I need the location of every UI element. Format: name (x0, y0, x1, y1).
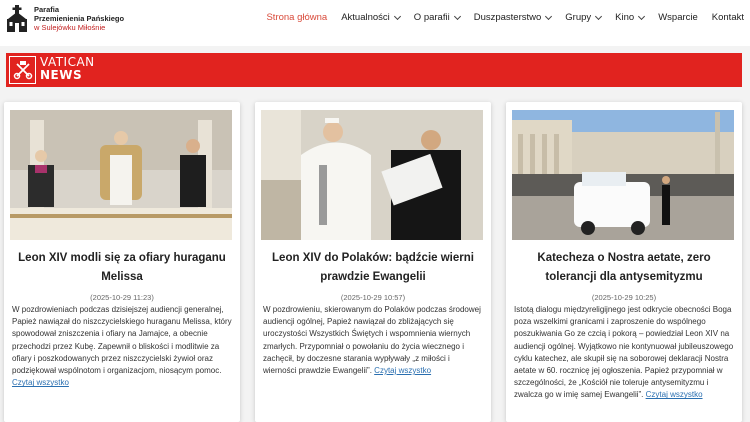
chevron-down-icon (638, 12, 646, 20)
nav-item-strona-glowna[interactable]: Strona główna (266, 12, 327, 23)
nav-item-grupy[interactable]: Grupy (565, 12, 603, 23)
news-card: Leon XIV do Polaków: bądźcie wierni praw… (255, 102, 491, 422)
nav-item-aktualnosci[interactable]: Aktualności (341, 12, 401, 23)
nav-label: Wsparcie (658, 12, 698, 23)
article-title[interactable]: Leon XIV modli się za ofiary huraganu Me… (14, 249, 230, 287)
site-header: Parafia Przemienienia Pańskiego w Sulejó… (0, 0, 750, 46)
site-name-line2: Przemienienia Pańskiego (34, 14, 125, 23)
article-excerpt-text: W pozdrowieniach podczas dzisiejszej aud… (12, 305, 232, 376)
news-card: Katecheza o Nostra aetate, zero toleranc… (506, 102, 742, 422)
nav-label: Duszpasterstwo (473, 12, 542, 23)
nav-item-duszpasterstwo[interactable]: Duszpasterstwo (473, 12, 553, 23)
vatican-news-wordmark: VATICAN NEWS (40, 56, 95, 82)
nav-label: Kino (615, 12, 635, 23)
main-nav: Strona główna Aktualności O parafii Dusz… (252, 12, 744, 23)
nav-label: Aktualności (341, 12, 390, 23)
article-excerpt: Istotą dialogu międzyreligijnego jest od… (514, 304, 736, 402)
chevron-down-icon (545, 12, 553, 20)
chevron-down-icon (393, 12, 401, 20)
chevron-down-icon (453, 12, 461, 20)
article-excerpt-text: W pozdrowieniu, skierowanym do Polaków p… (263, 305, 481, 376)
article-excerpt: W pozdrowieniu, skierowanym do Polaków p… (263, 304, 485, 377)
article-excerpt-text: Istotą dialogu międzyreligijnego jest od… (514, 305, 734, 400)
read-more-link[interactable]: Czytaj wszystko (646, 390, 703, 399)
nav-label: Kontakt (711, 12, 744, 23)
site-name-line3: w Sulejówku Miłośnie (34, 23, 106, 32)
nav-label: Strona główna (266, 12, 328, 23)
vatican-keys-icon (9, 56, 36, 84)
article-image[interactable] (512, 110, 734, 240)
news-cards: Leon XIV modli się za ofiary huraganu Me… (0, 98, 750, 422)
article-date: (2025-10-29 10:57) (340, 293, 406, 302)
article-image[interactable] (10, 110, 232, 240)
article-image[interactable] (261, 110, 483, 240)
nav-label: O parafii (413, 12, 450, 23)
article-date: (2025-10-29 11:23) (90, 293, 154, 302)
read-more-link[interactable]: Czytaj wszystko (374, 366, 431, 375)
church-logo-icon (7, 5, 27, 32)
nav-item-o-parafii[interactable]: O parafii (413, 12, 461, 23)
article-title[interactable]: Katecheza o Nostra aetate, zero toleranc… (516, 249, 732, 287)
nav-item-kino[interactable]: Kino (615, 12, 646, 23)
vatican-news-banner[interactable]: VATICAN NEWS (6, 53, 742, 87)
news-card: Leon XIV modli się za ofiary huraganu Me… (4, 102, 240, 422)
site-logo[interactable]: Parafia Przemienienia Pańskiego w Sulejó… (6, 5, 124, 33)
site-name-line1: Parafia (34, 5, 60, 14)
read-more-link[interactable]: Czytaj wszystko (12, 378, 69, 387)
article-excerpt: W pozdrowieniach podczas dzisiejszej aud… (12, 304, 234, 389)
nav-label: Grupy (565, 12, 592, 23)
article-date: (2025-10-29 10:25) (591, 293, 657, 302)
chevron-down-icon (595, 12, 603, 20)
banner-line2: NEWS (40, 68, 83, 82)
nav-item-wsparcie[interactable]: Wsparcie (658, 12, 698, 23)
article-title[interactable]: Leon XIV do Polaków: bądźcie wierni praw… (265, 249, 481, 287)
nav-item-kontakt[interactable]: Kontakt (712, 12, 744, 23)
